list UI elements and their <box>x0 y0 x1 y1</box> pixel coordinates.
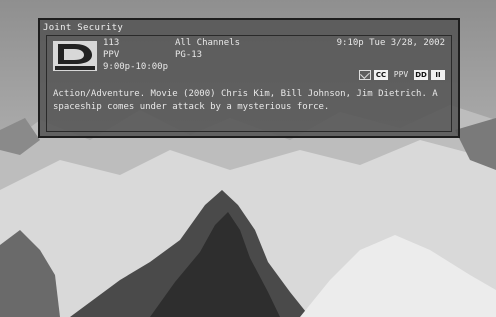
channel-info-banner: Joint Security 113 PPV 9:00p-10:00p All … <box>38 18 460 138</box>
program-time-range: 9:00p-10:00p <box>103 62 169 72</box>
mail-icon <box>359 70 371 80</box>
channel-name: PPV <box>103 50 120 60</box>
program-description: Action/Adventure. Movie (2000) Chris Kim… <box>53 89 438 112</box>
dual-audio-icon: II <box>431 70 445 80</box>
dolby-digital-icon: DD <box>414 70 428 80</box>
banner-details: 113 PPV 9:00p-10:00p All Channels PG-13 … <box>46 35 452 132</box>
program-attribute-icons: CC PPV DD II <box>359 70 445 80</box>
channel-list-name: All Channels <box>175 38 241 48</box>
current-datetime: 9:10p Tue 3/28, 2002 <box>336 38 445 48</box>
channel-number: 113 <box>103 38 120 48</box>
closed-caption-icon: CC <box>374 70 388 80</box>
tv-screen: Joint Security 113 PPV 9:00p-10:00p All … <box>0 0 496 317</box>
program-title: Joint Security <box>43 23 124 33</box>
program-rating: PG-13 <box>175 50 203 60</box>
directv-logo-icon <box>53 41 97 71</box>
ppv-icon: PPV <box>393 70 409 79</box>
